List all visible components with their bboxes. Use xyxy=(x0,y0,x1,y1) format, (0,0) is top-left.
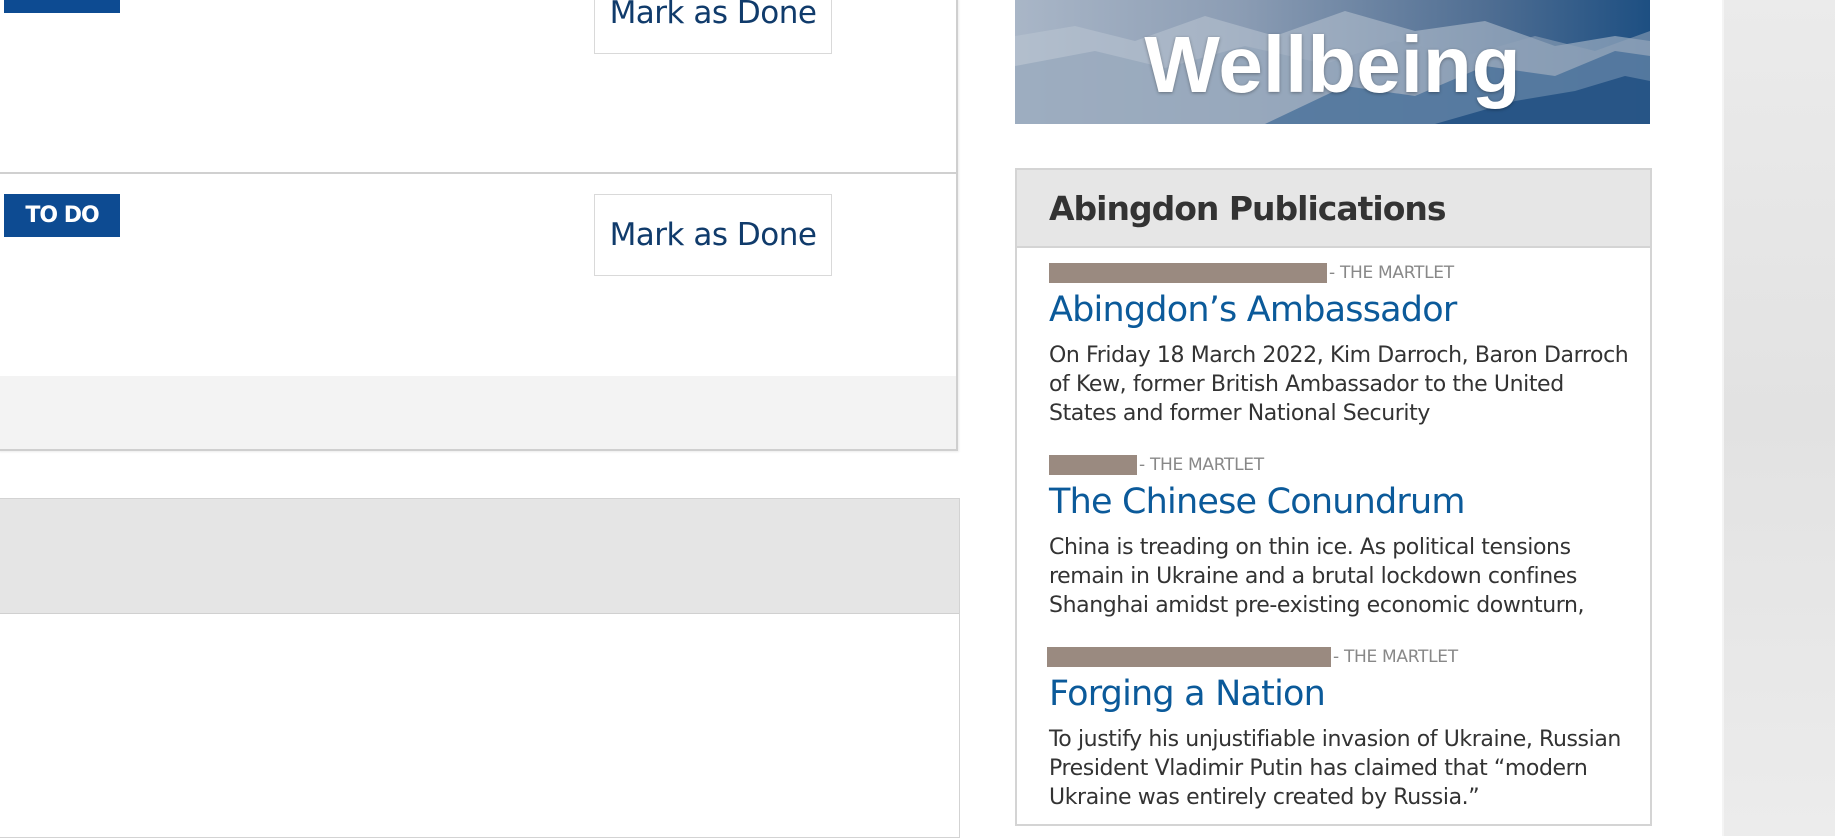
article-title-link[interactable]: Forging a Nation xyxy=(1049,671,1627,717)
status-badge: TO DO xyxy=(4,194,120,237)
article-excerpt: China is treading on thin ice. As politi… xyxy=(1049,535,1585,618)
article-excerpt: On Friday 18 March 2022, Kim Darroch, Ba… xyxy=(1049,343,1629,426)
content-panel-header xyxy=(0,499,959,614)
task-row: TO DO Mark as Done xyxy=(0,0,956,174)
task-list-panel: TO DO Mark as Done TO DO Mark as Done xyxy=(0,0,958,451)
publications-panel: Abingdon Publications - THE MARTLET Abin… xyxy=(1015,168,1652,826)
article-source: - THE MARTLET xyxy=(1329,263,1454,283)
banner-title: Wellbeing xyxy=(1144,20,1521,109)
article-item: - THE MARTLET Abingdon’s Ambassador On F… xyxy=(1049,262,1629,428)
wellbeing-banner[interactable]: Wellbeing xyxy=(1015,0,1650,124)
mark-as-done-button[interactable]: Mark as Done xyxy=(594,194,832,276)
redacted-author xyxy=(1049,263,1327,283)
mark-as-done-button[interactable]: Mark as Done xyxy=(594,0,832,54)
publications-title: Abingdon Publications xyxy=(1049,188,1447,228)
redacted-author xyxy=(1049,455,1137,475)
publications-header: Abingdon Publications xyxy=(1017,170,1650,248)
article-title-link[interactable]: Abingdon’s Ambassador xyxy=(1049,287,1629,333)
article-meta: - THE MARTLET xyxy=(1049,262,1629,284)
article-source: - THE MARTLET xyxy=(1139,455,1264,475)
article-title-link[interactable]: The Chinese Conundrum xyxy=(1049,479,1629,525)
redacted-author xyxy=(1047,647,1331,667)
article-item: - THE MARTLET Forging a Nation To justif… xyxy=(1047,646,1627,812)
page-background xyxy=(1722,0,1835,836)
page-edge xyxy=(1722,0,1724,836)
article-meta: - THE MARTLET xyxy=(1047,646,1627,668)
content-panel xyxy=(0,498,960,838)
task-row: TO DO Mark as Done xyxy=(0,174,956,378)
task-panel-footer xyxy=(0,376,956,449)
article-excerpt: To justify his unjustifiable invasion of… xyxy=(1049,727,1621,810)
article-source: - THE MARTLET xyxy=(1333,647,1458,667)
article-meta: - THE MARTLET xyxy=(1049,454,1629,476)
article-item: - THE MARTLET The Chinese Conundrum Chin… xyxy=(1049,454,1629,620)
status-badge: TO DO xyxy=(4,0,120,13)
